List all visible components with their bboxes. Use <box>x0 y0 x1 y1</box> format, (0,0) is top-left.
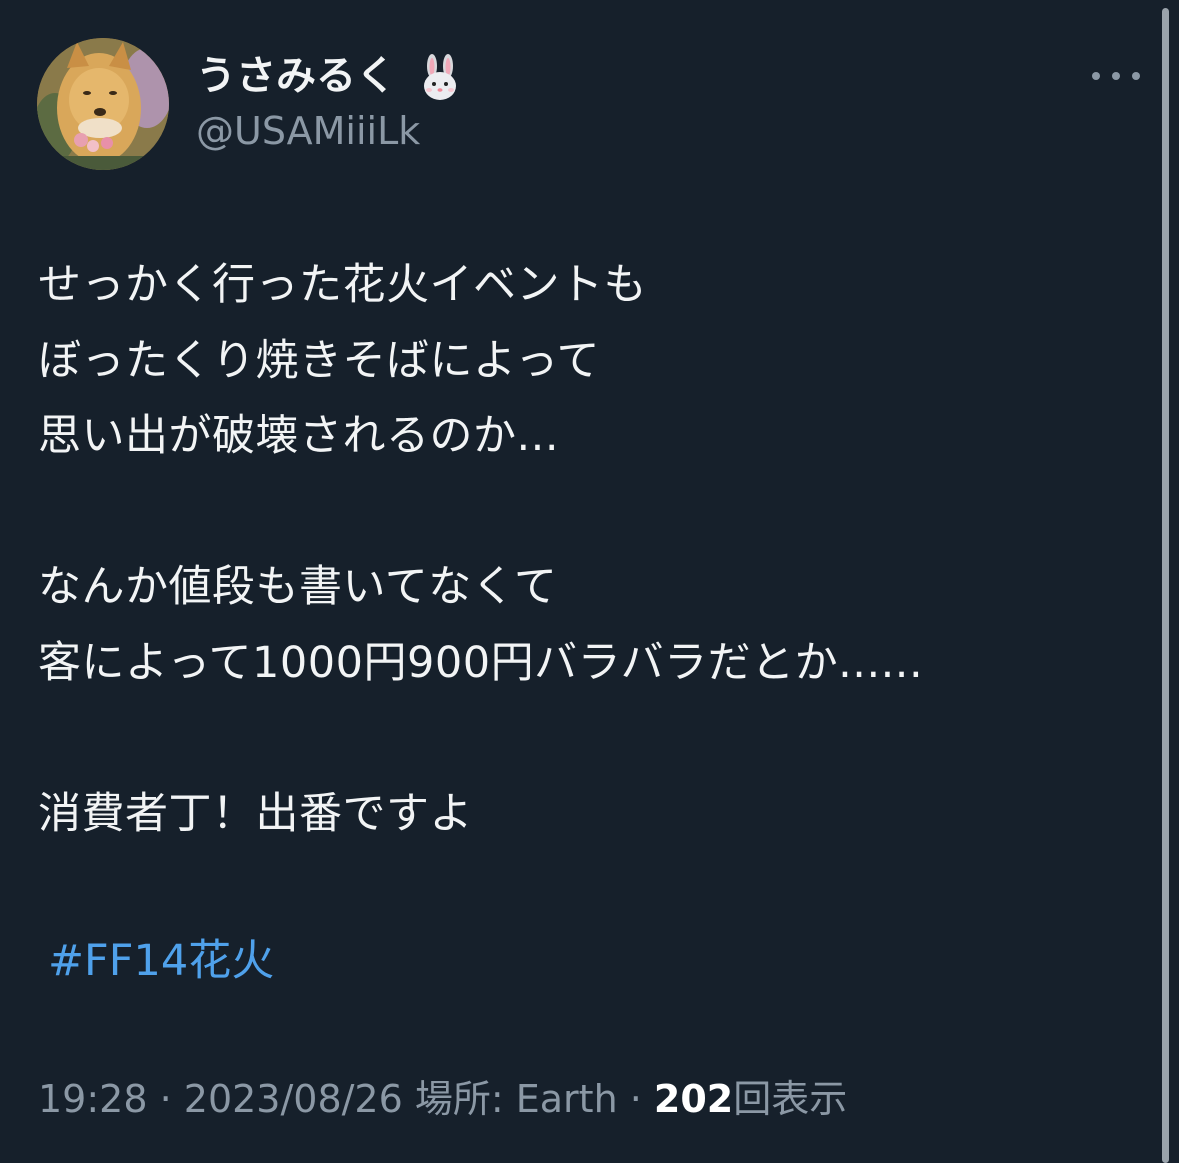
tweet-body-line: 消費者丁！出番ですよ <box>38 788 473 839</box>
author-display-name[interactable]: うさみるく <box>196 50 464 102</box>
more-horizontal-icon-dot <box>1092 72 1100 80</box>
meta-separator: · <box>617 1077 654 1121</box>
tweet-body-blank-line <box>38 701 1138 777</box>
more-horizontal-icon-dot <box>1132 72 1140 80</box>
dog-avatar-icon <box>37 38 169 170</box>
tweet-date[interactable]: 2023/08/26 <box>184 1077 403 1121</box>
meta-separator: · <box>147 1077 184 1121</box>
tweet-meta: 19:28 · 2023/08/26 場所: Earth · 202回表示 <box>38 1072 847 1126</box>
tweet-body-line: 思い出が破壊されるのか... <box>38 411 560 461</box>
views-count: 202 <box>653 1077 734 1121</box>
tweet-time[interactable]: 19:28 <box>38 1077 148 1121</box>
display-name-text: うさみるく <box>196 53 396 99</box>
tweet-location: 場所: Earth <box>402 1077 618 1121</box>
author-handle[interactable]: @USAMiiiLk <box>196 106 420 156</box>
views-label: 回表示 <box>733 1077 848 1121</box>
tweet-body-line: ぼったくり焼きそばによって <box>38 335 601 386</box>
more-options-button[interactable] <box>1092 60 1140 92</box>
tweet-body-blank-line <box>38 475 1138 551</box>
tweet-body-line: なんか値段も書いてなくて <box>38 562 558 612</box>
more-horizontal-icon-dot <box>1112 72 1120 80</box>
tweet-body: せっかく行った花火イベントも ぼったくり焼きそばによって 思い出が破壊されるのか… <box>38 248 1138 852</box>
tweet-body-line: せっかく行った花火イベントも <box>38 260 647 310</box>
tweet-body-line: 客によって1000円900円バラバラだとか...... <box>38 637 924 688</box>
rabbit-face-icon <box>416 54 464 102</box>
hashtag-link[interactable]: #FF14花火 <box>48 928 274 994</box>
avatar[interactable] <box>37 38 169 170</box>
tweet: うさみるく @USAMiiiLk せっかく行った花火イベントも ぼったくり焼きそ… <box>0 0 1160 1163</box>
scrollbar-thumb[interactable] <box>1162 8 1169 1163</box>
